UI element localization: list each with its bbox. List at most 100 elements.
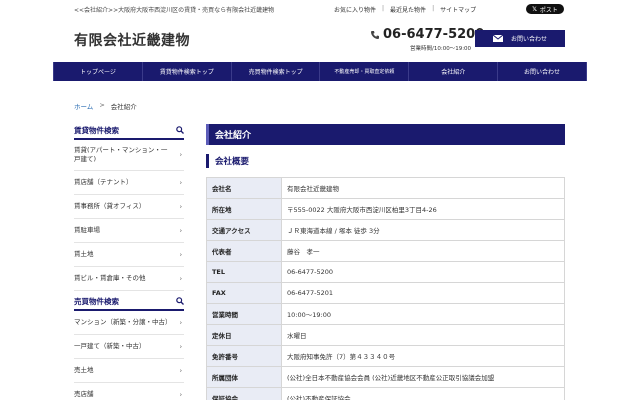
sidebar-sale-header: 売買物件検索 xyxy=(74,295,184,311)
sidebar-item-rental-office[interactable]: 賃事務所（貸オフィス） › xyxy=(74,195,184,219)
company-info-body: 会社名 有限会社近畿建物 所在地 〒555-0022 大阪府大阪市西淀川区柏里3丁目4… xyxy=(206,177,565,400)
search-icon[interactable] xyxy=(176,126,184,134)
chevron-right-icon: › xyxy=(179,179,182,186)
table-row: 免許番号 大阪府知事免許（7）第４３３４０号 xyxy=(206,345,565,367)
sitemap-link[interactable]: サイトマップ xyxy=(440,5,476,14)
business-hours: 営業時間/10:00〜19:00 xyxy=(410,46,472,52)
company-logo[interactable]: 有限会社近畿建物 xyxy=(74,30,190,50)
row-value: ＪＲ東海道本線 / 塚本 徒歩 3分 xyxy=(281,219,565,241)
table-row: 所在地 〒555-0022 大阪府大阪市西淀川区柏里3丁目4-26 xyxy=(206,198,565,220)
row-value: 藤谷 孝一 xyxy=(281,240,565,262)
sidebar-item-label: 賃店舗（テナント） xyxy=(74,178,133,186)
contact-button[interactable]: お問い合わせ xyxy=(475,30,565,47)
chevron-right-icon: › xyxy=(179,227,182,234)
contact-label: お問い合わせ xyxy=(510,36,547,43)
table-row: TEL 06-6477-5200 xyxy=(206,261,565,283)
row-value: 06-6477-5200 xyxy=(281,261,565,283)
sidebar-item-sale-land[interactable]: 売土地 › xyxy=(74,359,184,383)
section-title: 会社概要 xyxy=(206,154,565,168)
sidebar-item-label: 売店舗 xyxy=(74,390,94,398)
sidebar-item-label: 一戸建て（新築・中古） xyxy=(74,342,146,350)
table-row: FAX 06-6477-5201 xyxy=(206,282,565,304)
row-label: TEL xyxy=(206,261,282,283)
sidebar-item-label: 賃駐車場 xyxy=(74,226,100,234)
sidebar-rental-title: 賃貸物件検索 xyxy=(74,126,119,135)
nav-company[interactable]: 会社紹介 xyxy=(409,62,499,81)
company-info-table: 会社名 有限会社近畿建物 所在地 〒555-0022 大阪府大阪市西淀川区柏里3丁目4… xyxy=(206,177,565,400)
row-value: 水曜日 xyxy=(281,324,565,346)
table-row: 交通アクセス ＪＲ東海道本線 / 塚本 徒歩 3分 xyxy=(206,219,565,241)
page-title: 会社紹介 xyxy=(206,124,565,145)
chevron-right-icon: › xyxy=(179,391,182,398)
table-row: 会社名 有限会社近畿建物 xyxy=(206,177,565,199)
row-value: 〒555-0022 大阪府大阪市西淀川区柏里3丁目4-26 xyxy=(281,198,565,220)
main-nav: トップページ 賃貸物件検索トップ 売買物件検索トップ 不動産売却・買取査定依頼 … xyxy=(53,62,587,81)
table-row: 保証協会 (公社)不動産保証協会 xyxy=(206,387,565,400)
chevron-right-icon: › xyxy=(179,275,182,282)
sidebar-item-sale-store[interactable]: 売店舗 › xyxy=(74,383,184,400)
sidebar-item-rental-land[interactable]: 賃土地 › xyxy=(74,243,184,267)
recent-link[interactable]: 最近見た物件 xyxy=(390,5,426,14)
main-content: 会社紹介 会社概要 会社名 有限会社近畿建物 所在地 〒555-0022 大阪府大阪市… xyxy=(206,124,565,400)
row-label: 交通アクセス xyxy=(206,219,282,241)
chevron-right-icon: › xyxy=(179,343,182,350)
row-label: 所在地 xyxy=(206,198,282,220)
x-post-button[interactable]: 𝕏 ポスト xyxy=(526,4,564,14)
sidebar-item-label: 賃土地 xyxy=(74,250,94,258)
x-logo-icon: 𝕏 xyxy=(532,5,537,13)
sidebar-item-label: 賃事務所（貸オフィス） xyxy=(74,202,146,210)
sidebar-sale-title: 売買物件検索 xyxy=(74,297,119,306)
nav-appraisal[interactable]: 不動産売却・買取査定依頼 xyxy=(320,62,410,81)
row-value: (公社)全日本不動産協会会員 (公社)近畿地区不動産公正取引協議会加盟 xyxy=(281,366,565,388)
row-value: 大阪府知事免許（7）第４３３４０号 xyxy=(281,345,565,367)
divider: | xyxy=(382,5,385,12)
x-post-label: ポスト xyxy=(539,6,558,14)
sidebar-item-label: マンション（新築・分譲・中古） xyxy=(74,318,172,326)
nav-contact[interactable]: お問い合わせ xyxy=(498,62,587,81)
nav-top[interactable]: トップページ xyxy=(53,62,143,81)
nav-sale-search[interactable]: 売買物件検索トップ xyxy=(232,62,321,81)
sidebar-item-sale-house[interactable]: 一戸建て（新築・中古） › xyxy=(74,335,184,359)
breadcrumb-home[interactable]: ホーム xyxy=(74,101,93,111)
sidebar-rental: 賃貸物件検索 賃貸(アパート・マンション・一戸建て) › 賃店舗（テナント） ›… xyxy=(74,124,184,291)
table-row: 所属団体 (公社)全日本不動産協会会員 (公社)近畿地区不動産公正取引協議会加盟 xyxy=(206,366,565,388)
sidebar-item-rental-store[interactable]: 賃店舗（テナント） › xyxy=(74,171,184,195)
row-label: 定休日 xyxy=(206,324,282,346)
chevron-right-icon: › xyxy=(179,319,182,326)
row-label: FAX xyxy=(206,282,282,304)
page: <<会社紹介>>大阪府大阪市西淀川区の賃貸・売買なら有限会社近畿建物 お気に入り… xyxy=(0,0,640,400)
divider: | xyxy=(432,5,435,12)
row-value: 有限会社近畿建物 xyxy=(281,177,565,199)
table-row: 営業時間 10:00〜19:00 xyxy=(206,303,565,325)
favorites-link[interactable]: お気に入り物件 xyxy=(334,5,376,14)
sidebar-item-rental-parking[interactable]: 賃駐車場 › xyxy=(74,219,184,243)
chevron-right-icon: › xyxy=(179,151,182,159)
phone-number: 06-6477-5200 xyxy=(383,27,485,42)
row-label: 営業時間 xyxy=(206,303,282,325)
sidebar-item-label: 売土地 xyxy=(74,366,94,374)
row-label: 免許番号 xyxy=(206,345,282,367)
site-description: <<会社紹介>>大阪府大阪市西淀川区の賃貸・売買なら有限会社近畿建物 xyxy=(74,7,275,14)
row-label: 代表者 xyxy=(206,240,282,262)
row-label: 会社名 xyxy=(206,177,282,199)
sidebar-rental-header: 賃貸物件検索 xyxy=(74,124,184,140)
row-value: 10:00〜19:00 xyxy=(281,303,565,325)
sidebar-item-rental-residential[interactable]: 賃貸(アパート・マンション・一戸建て) › xyxy=(74,140,184,171)
chevron-right-icon: › xyxy=(179,251,182,258)
sidebar-item-rental-other[interactable]: 賃ビル・賃倉庫・その他 › xyxy=(74,267,184,291)
top-links: お気に入り物件 | 最近見た物件 | サイトマップ xyxy=(334,5,476,14)
breadcrumb-current: 会社紹介 xyxy=(110,103,137,111)
sidebar-sale: 売買物件検索 マンション（新築・分譲・中古） › 一戸建て（新築・中古） › 売… xyxy=(74,295,184,400)
breadcrumb-separator: > xyxy=(99,101,105,109)
sidebar-item-sale-mansion[interactable]: マンション（新築・分譲・中古） › xyxy=(74,311,184,335)
row-value: (公社)不動産保証協会 xyxy=(281,387,565,400)
breadcrumb: ホーム > 会社紹介 xyxy=(74,101,137,111)
row-value: 06-6477-5201 xyxy=(281,282,565,304)
table-row: 代表者 藤谷 孝一 xyxy=(206,240,565,262)
sidebar-item-label: 賃ビル・賃倉庫・その他 xyxy=(74,274,146,282)
search-icon[interactable] xyxy=(176,297,184,305)
sidebar-item-label: 賃貸(アパート・マンション・一戸建て) xyxy=(74,146,168,163)
row-label: 保証協会 xyxy=(206,387,282,400)
mail-icon xyxy=(492,35,503,42)
nav-rental-search[interactable]: 賃貸物件検索トップ xyxy=(143,62,232,81)
